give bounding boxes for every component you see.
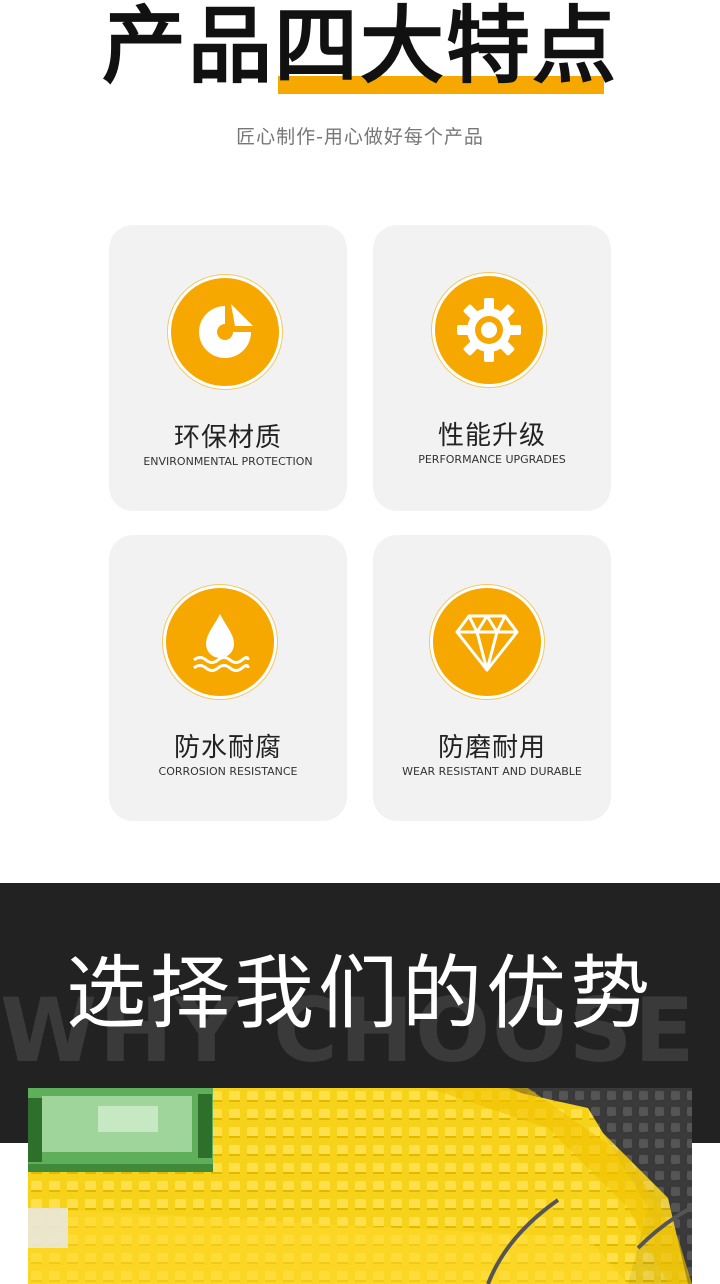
gear-icon: [457, 298, 521, 362]
title-part-2: 四大特点: [274, 0, 619, 95]
feature-icon-badge: [163, 585, 277, 699]
product-image: [28, 1088, 692, 1284]
feature-card-performance: 性能升级 PERFORMANCE UPGRADES: [373, 225, 611, 511]
feature-subtitle: CORROSION RESISTANCE: [158, 765, 298, 778]
diamond-icon: [455, 614, 519, 672]
product-photo: [28, 1088, 692, 1284]
feature-title: 环保材质: [173, 423, 282, 453]
page-title: 产品四大特点: [0, 2, 720, 90]
feature-icon-badge: [432, 273, 546, 387]
feature-card-durable: 防磨耐用 WEAR RESISTANT AND DURABLE: [373, 535, 611, 821]
feature-card-waterproof: 防水耐腐 CORROSION RESISTANCE: [109, 535, 347, 821]
feature-title: 防水耐腐: [173, 733, 282, 763]
water-drop-icon: [193, 614, 250, 672]
section-title: 产品四大特点: [0, 0, 720, 110]
page-subtitle: 匠心制作-用心做好每个产品: [236, 126, 484, 148]
feature-icon-badge: [168, 275, 282, 389]
feature-card-eco: 环保材质 ENVIRONMENTAL PROTECTION: [109, 225, 347, 511]
feature-icon-badge: [430, 585, 544, 699]
title-part-1: 产品: [101, 0, 274, 95]
feature-title: 性能升级: [437, 421, 546, 451]
feature-subtitle: ENVIRONMENTAL PROTECTION: [143, 455, 313, 468]
eco-chart-icon: [199, 304, 253, 358]
advantages-title: 选择我们的优势: [66, 947, 654, 1040]
feature-subtitle: PERFORMANCE UPGRADES: [418, 453, 566, 466]
feature-subtitle: WEAR RESISTANT AND DURABLE: [402, 765, 582, 778]
feature-title: 防磨耐用: [437, 733, 546, 763]
